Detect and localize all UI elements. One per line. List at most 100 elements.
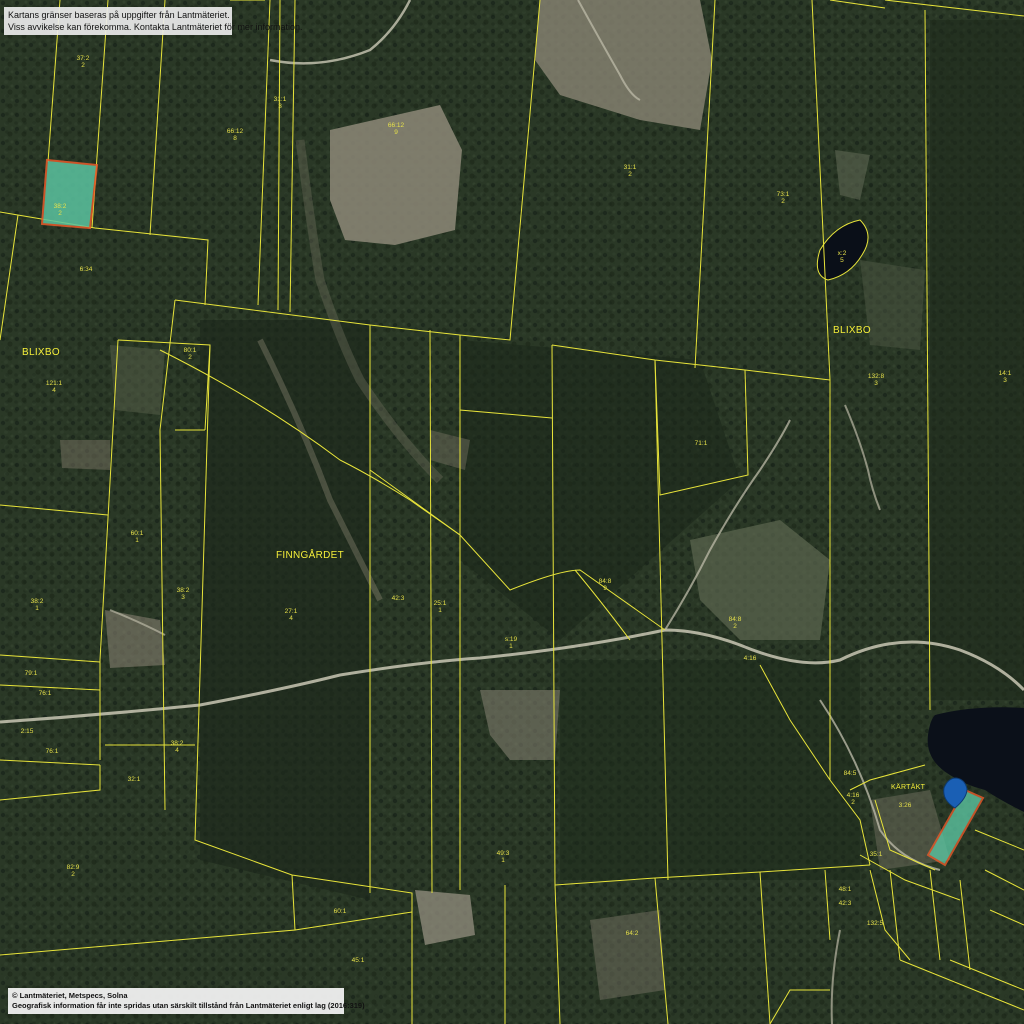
parcel-label: 64:2	[626, 930, 639, 937]
parcel-id: 49:3	[496, 850, 510, 857]
parcel-id: x:2	[837, 250, 847, 257]
parcel-id: 25:1	[433, 600, 447, 607]
parcel-sub-id: 3	[1003, 377, 1007, 384]
parcel-id: 38:2	[170, 740, 184, 747]
parcel-sub-id: 8	[233, 135, 237, 142]
parcel-label: 31:1 3	[274, 96, 287, 110]
parcel-label: 84:8 9	[599, 578, 612, 592]
parcel-sub-id: 2	[628, 171, 632, 178]
parcel-sub-id: 2	[188, 354, 192, 361]
parcel-id: 42:3	[838, 900, 852, 907]
boundary-notice: Kartans gränser baseras på uppgifter frå…	[4, 7, 303, 35]
parcel-id: 60:1	[130, 530, 144, 537]
parcel-sub-id: 2	[781, 198, 785, 205]
parcel-id: 64:2	[625, 930, 639, 937]
parcel-label: 6:34	[80, 266, 93, 273]
parcel-id: 3:26	[898, 802, 912, 809]
parcel-sub-id: 9	[603, 585, 607, 592]
copyright-line1: © Lantmäteriet, Metspecs, Solna	[12, 991, 128, 1000]
parcel-id: 38:2	[176, 587, 190, 594]
parcel-label: 132:5	[867, 920, 883, 927]
place-name-blixbo-west: BLIXBO	[22, 347, 60, 358]
clearing	[60, 440, 110, 470]
parcel-label: 2:15	[21, 728, 34, 735]
parcel-sub-id: 2	[851, 799, 855, 806]
place-name-blixbo-east: BLIXBO	[833, 325, 871, 336]
parcel-label: 35:1	[870, 851, 883, 858]
parcel-id: 66:12	[387, 122, 405, 129]
parcel-label: 80:1 2	[184, 347, 197, 361]
aerial-map[interactable]: BLIXBO BLIXBO FINNGÅRDET KÄRTÄKT 37:2 2 38…	[0, 0, 1024, 1024]
parcel-sub-id: 2	[71, 871, 75, 878]
parcel-label: 66:12 9	[388, 122, 404, 136]
parcel-label: 121:1 4	[46, 380, 62, 394]
parcel-label: 84:8 2	[729, 616, 742, 630]
parcel-sub-id: 2	[58, 210, 62, 217]
parcel-id: 80:1	[183, 347, 197, 354]
parcel-sub-id: 4	[175, 747, 179, 754]
parcel-label: s:19 1	[505, 636, 517, 650]
parcel-label: 37:2 2	[77, 55, 90, 69]
parcel-sub-id: 3	[181, 594, 185, 601]
parcel-label: 48:1	[839, 886, 852, 893]
place-name-finngardet: FINNGÅRDET	[276, 550, 344, 561]
parcel-id: 73:1	[776, 191, 790, 198]
parcel-sub-id: 1	[509, 643, 513, 650]
parcel-label: 45:1	[352, 957, 365, 964]
boundary-notice-line2: Viss avvikelse kan förekomma. Kontakta L…	[8, 22, 303, 32]
parcel-label: 4:16	[744, 655, 757, 662]
parcel-id: 2:15	[20, 728, 34, 735]
clearing	[110, 345, 165, 415]
parcel-sub-id: 2	[733, 623, 737, 630]
parcel-label: 42:3	[392, 595, 405, 602]
parcel-label: 79:1	[25, 670, 38, 677]
parcel-id: 76:1	[45, 748, 59, 755]
parcel-id: 31:1	[623, 164, 637, 171]
parcel-sub-id: 1	[35, 605, 39, 612]
parcel-id: 66:12	[226, 128, 244, 135]
map-canvas	[0, 0, 1024, 1024]
parcel-id: 38:2	[30, 598, 44, 605]
parcel-id: 71:1	[694, 440, 708, 447]
parcel-label: 76:1	[46, 748, 59, 755]
parcel-label: 76:1	[39, 690, 52, 697]
parcel-id: 27:1	[284, 608, 298, 615]
parcel-label: 38:2 2	[54, 203, 67, 217]
place-name-kartakt: KÄRTÄKT	[891, 784, 926, 791]
parcel-sub-id: 1	[501, 857, 505, 864]
clearing	[590, 910, 665, 1000]
parcel-label: 82:9 2	[67, 864, 80, 878]
parcel-id: 84:8	[728, 616, 742, 623]
parcel-label: 42:3	[839, 900, 852, 907]
parcel-label: 25:1 1	[434, 600, 447, 614]
parcel-sub-id: 4	[52, 387, 56, 394]
copyright-notice: © Lantmäteriet, Metspecs, Solna Geografi…	[8, 988, 365, 1014]
parcel-id: 132:8	[867, 373, 885, 380]
parcel-sub-id: 1	[438, 607, 442, 614]
parcel-sub-id: 3	[278, 103, 282, 110]
parcel-id: 84:8	[598, 578, 612, 585]
clearing	[860, 260, 925, 350]
parcel-id: 45:1	[351, 957, 365, 964]
parcel-id: 76:1	[38, 690, 52, 697]
parcel-sub-id: 9	[394, 129, 398, 136]
copyright-line2: Geografisk information får inte spridas …	[12, 1001, 365, 1010]
parcel-id: 4:16	[846, 792, 860, 799]
parcel-label: 32:1	[128, 776, 141, 783]
parcel-sub-id: 5	[840, 257, 844, 264]
parcel-label: 31:1 2	[624, 164, 637, 178]
parcel-id: 35:1	[869, 851, 883, 858]
parcel-label: 49:3 1	[497, 850, 510, 864]
parcel-id: 32:1	[127, 776, 141, 783]
parcel-label: 66:12 8	[227, 128, 243, 142]
parcel-label: x:2 5	[838, 250, 847, 264]
parcel-sub-id: 3	[874, 380, 878, 387]
parcel-label: 84:5	[844, 770, 857, 777]
boundary-notice-line1: Kartans gränser baseras på uppgifter frå…	[8, 10, 230, 20]
parcel-id: s:19	[504, 636, 518, 643]
parcel-id: 48:1	[838, 886, 852, 893]
parcel-label: 14:1 3	[999, 370, 1012, 384]
parcel-id: 132:5	[866, 920, 884, 927]
parcel-label: 73:1 2	[777, 191, 790, 205]
parcel-label: 38:2 3	[177, 587, 190, 601]
